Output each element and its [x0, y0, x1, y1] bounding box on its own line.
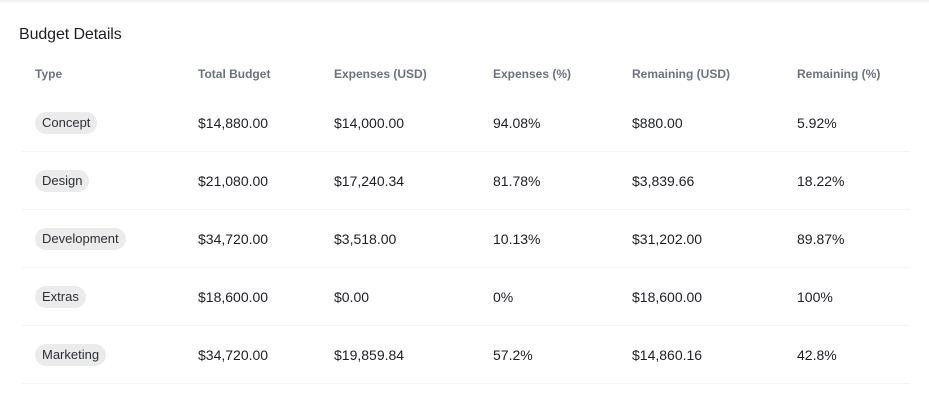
- total-budget-cell: $14,880.00: [198, 94, 334, 152]
- column-header-remaining-usd[interactable]: Remaining (USD): [632, 54, 797, 94]
- remaining-usd-cell: $14,860.16: [632, 325, 797, 384]
- expenses-usd-cell: $19,859.84: [334, 325, 493, 384]
- budget-details-card: Budget Details Type Total Budget Expense…: [0, 0, 929, 402]
- remaining-usd-cell: $31,202.00: [632, 209, 797, 268]
- expenses-pct-cell: 0%: [493, 267, 632, 326]
- type-badge: Marketing: [35, 343, 107, 366]
- column-header-type[interactable]: Type: [22, 54, 198, 94]
- total-budget-cell: $34,720.00: [198, 209, 334, 268]
- remaining-pct-cell: 18.22%: [797, 151, 910, 210]
- expenses-usd-cell: $3,518.00: [334, 209, 493, 268]
- table-row: Development $34,720.00 $3,518.00 10.13% …: [22, 209, 910, 268]
- remaining-pct-cell: 42.8%: [797, 325, 910, 384]
- type-cell: Concept: [22, 94, 198, 152]
- expenses-pct-cell: 57.2%: [493, 325, 632, 384]
- column-header-total-budget[interactable]: Total Budget: [198, 54, 334, 94]
- expenses-usd-cell: $14,000.00: [334, 94, 493, 152]
- card-title: Budget Details: [19, 26, 122, 43]
- type-badge: Design: [35, 169, 90, 192]
- table-row: Concept $14,880.00 $14,000.00 94.08% $88…: [22, 94, 910, 152]
- remaining-usd-cell: $880.00: [632, 94, 797, 152]
- remaining-usd-cell: $18,600.00: [632, 267, 797, 326]
- type-badge: Extras: [35, 285, 86, 308]
- table-header-row: Type Total Budget Expenses (USD) Expense…: [22, 54, 910, 94]
- remaining-pct-cell: 89.87%: [797, 209, 910, 268]
- total-budget-cell: $21,080.00: [198, 151, 334, 210]
- type-cell: Design: [22, 151, 198, 210]
- type-badge: Concept: [35, 111, 98, 134]
- total-budget-cell: $18,600.00: [198, 267, 334, 326]
- expenses-pct-cell: 94.08%: [493, 94, 632, 152]
- column-header-expenses-usd[interactable]: Expenses (USD): [334, 54, 493, 94]
- remaining-pct-cell: 5.92%: [797, 94, 910, 152]
- expenses-usd-cell: $0.00: [334, 267, 493, 326]
- expenses-usd-cell: $17,240.34: [334, 151, 493, 210]
- type-badge: Development: [35, 227, 126, 250]
- column-header-expenses-pct[interactable]: Expenses (%): [493, 54, 632, 94]
- table-row: Marketing $34,720.00 $19,859.84 57.2% $1…: [22, 325, 910, 384]
- expenses-pct-cell: 81.78%: [493, 151, 632, 210]
- type-cell: Extras: [22, 267, 198, 326]
- type-cell: Development: [22, 209, 198, 268]
- table-row: Design $21,080.00 $17,240.34 81.78% $3,8…: [22, 151, 910, 210]
- total-budget-cell: $34,720.00: [198, 325, 334, 384]
- expenses-pct-cell: 10.13%: [493, 209, 632, 268]
- type-cell: Marketing: [22, 325, 198, 384]
- column-header-remaining-pct[interactable]: Remaining (%): [797, 54, 910, 94]
- table-row: Extras $18,600.00 $0.00 0% $18,600.00 10…: [22, 267, 910, 326]
- remaining-pct-cell: 100%: [797, 267, 910, 326]
- budget-table: Type Total Budget Expenses (USD) Expense…: [22, 54, 910, 384]
- remaining-usd-cell: $3,839.66: [632, 151, 797, 210]
